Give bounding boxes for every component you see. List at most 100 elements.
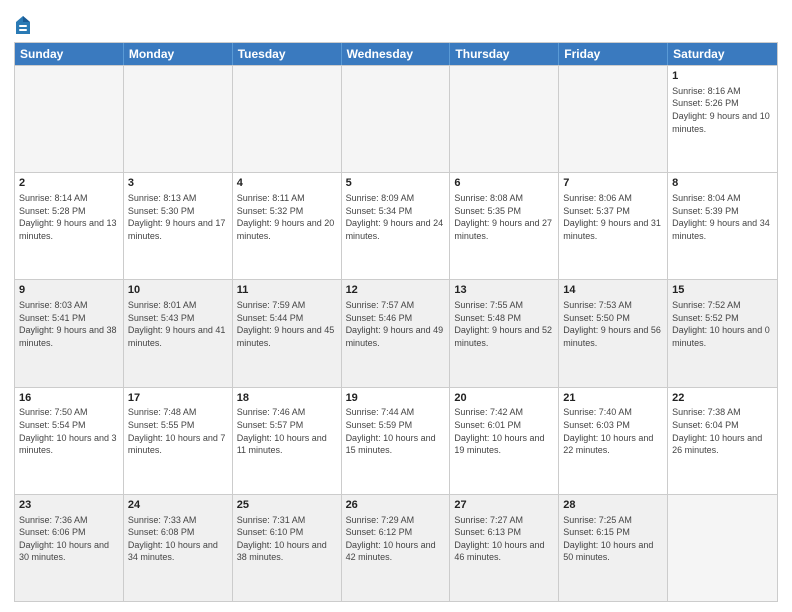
day-info: Sunrise: 7:31 AM Sunset: 6:10 PM Dayligh… bbox=[237, 514, 337, 564]
calendar-header: SundayMondayTuesdayWednesdayThursdayFrid… bbox=[15, 43, 777, 65]
calendar-cell bbox=[342, 66, 451, 172]
cal-header-day: Wednesday bbox=[342, 43, 451, 65]
calendar-cell bbox=[450, 66, 559, 172]
day-info: Sunrise: 8:08 AM Sunset: 5:35 PM Dayligh… bbox=[454, 192, 554, 242]
calendar-cell: 7Sunrise: 8:06 AM Sunset: 5:37 PM Daylig… bbox=[559, 173, 668, 279]
day-info: Sunrise: 7:55 AM Sunset: 5:48 PM Dayligh… bbox=[454, 299, 554, 349]
calendar-cell: 19Sunrise: 7:44 AM Sunset: 5:59 PM Dayli… bbox=[342, 388, 451, 494]
calendar-cell: 15Sunrise: 7:52 AM Sunset: 5:52 PM Dayli… bbox=[668, 280, 777, 386]
calendar-cell: 6Sunrise: 8:08 AM Sunset: 5:35 PM Daylig… bbox=[450, 173, 559, 279]
day-number: 8 bbox=[672, 176, 773, 191]
day-number: 9 bbox=[19, 283, 119, 298]
day-number: 26 bbox=[346, 498, 446, 513]
day-info: Sunrise: 7:33 AM Sunset: 6:08 PM Dayligh… bbox=[128, 514, 228, 564]
day-number: 7 bbox=[563, 176, 663, 191]
day-info: Sunrise: 7:53 AM Sunset: 5:50 PM Dayligh… bbox=[563, 299, 663, 349]
day-info: Sunrise: 8:03 AM Sunset: 5:41 PM Dayligh… bbox=[19, 299, 119, 349]
header bbox=[14, 12, 778, 36]
day-number: 18 bbox=[237, 391, 337, 406]
day-info: Sunrise: 7:38 AM Sunset: 6:04 PM Dayligh… bbox=[672, 406, 773, 456]
day-info: Sunrise: 8:16 AM Sunset: 5:26 PM Dayligh… bbox=[672, 85, 773, 135]
calendar-row: 1Sunrise: 8:16 AM Sunset: 5:26 PM Daylig… bbox=[15, 65, 777, 172]
calendar-cell: 26Sunrise: 7:29 AM Sunset: 6:12 PM Dayli… bbox=[342, 495, 451, 601]
day-number: 6 bbox=[454, 176, 554, 191]
day-info: Sunrise: 8:13 AM Sunset: 5:30 PM Dayligh… bbox=[128, 192, 228, 242]
day-number: 17 bbox=[128, 391, 228, 406]
cal-header-day: Tuesday bbox=[233, 43, 342, 65]
day-info: Sunrise: 7:40 AM Sunset: 6:03 PM Dayligh… bbox=[563, 406, 663, 456]
day-number: 2 bbox=[19, 176, 119, 191]
day-info: Sunrise: 7:52 AM Sunset: 5:52 PM Dayligh… bbox=[672, 299, 773, 349]
day-number: 15 bbox=[672, 283, 773, 298]
day-number: 14 bbox=[563, 283, 663, 298]
day-number: 23 bbox=[19, 498, 119, 513]
cal-header-day: Sunday bbox=[15, 43, 124, 65]
calendar-cell: 14Sunrise: 7:53 AM Sunset: 5:50 PM Dayli… bbox=[559, 280, 668, 386]
day-info: Sunrise: 8:14 AM Sunset: 5:28 PM Dayligh… bbox=[19, 192, 119, 242]
day-number: 4 bbox=[237, 176, 337, 191]
day-info: Sunrise: 7:42 AM Sunset: 6:01 PM Dayligh… bbox=[454, 406, 554, 456]
day-number: 13 bbox=[454, 283, 554, 298]
calendar-cell: 11Sunrise: 7:59 AM Sunset: 5:44 PM Dayli… bbox=[233, 280, 342, 386]
day-info: Sunrise: 7:46 AM Sunset: 5:57 PM Dayligh… bbox=[237, 406, 337, 456]
day-info: Sunrise: 7:57 AM Sunset: 5:46 PM Dayligh… bbox=[346, 299, 446, 349]
day-number: 21 bbox=[563, 391, 663, 406]
day-number: 3 bbox=[128, 176, 228, 191]
day-info: Sunrise: 8:06 AM Sunset: 5:37 PM Dayligh… bbox=[563, 192, 663, 242]
day-info: Sunrise: 8:09 AM Sunset: 5:34 PM Dayligh… bbox=[346, 192, 446, 242]
day-info: Sunrise: 7:50 AM Sunset: 5:54 PM Dayligh… bbox=[19, 406, 119, 456]
day-info: Sunrise: 7:36 AM Sunset: 6:06 PM Dayligh… bbox=[19, 514, 119, 564]
logo-icon bbox=[14, 14, 32, 36]
day-number: 10 bbox=[128, 283, 228, 298]
calendar-cell: 4Sunrise: 8:11 AM Sunset: 5:32 PM Daylig… bbox=[233, 173, 342, 279]
calendar-cell: 28Sunrise: 7:25 AM Sunset: 6:15 PM Dayli… bbox=[559, 495, 668, 601]
calendar: SundayMondayTuesdayWednesdayThursdayFrid… bbox=[14, 42, 778, 602]
calendar-cell: 16Sunrise: 7:50 AM Sunset: 5:54 PM Dayli… bbox=[15, 388, 124, 494]
calendar-cell bbox=[559, 66, 668, 172]
day-number: 28 bbox=[563, 498, 663, 513]
day-number: 22 bbox=[672, 391, 773, 406]
logo bbox=[14, 14, 35, 36]
calendar-cell: 27Sunrise: 7:27 AM Sunset: 6:13 PM Dayli… bbox=[450, 495, 559, 601]
day-number: 20 bbox=[454, 391, 554, 406]
cal-header-day: Thursday bbox=[450, 43, 559, 65]
calendar-cell: 25Sunrise: 7:31 AM Sunset: 6:10 PM Dayli… bbox=[233, 495, 342, 601]
day-info: Sunrise: 7:44 AM Sunset: 5:59 PM Dayligh… bbox=[346, 406, 446, 456]
day-number: 5 bbox=[346, 176, 446, 191]
calendar-cell: 22Sunrise: 7:38 AM Sunset: 6:04 PM Dayli… bbox=[668, 388, 777, 494]
calendar-row: 23Sunrise: 7:36 AM Sunset: 6:06 PM Dayli… bbox=[15, 494, 777, 601]
day-info: Sunrise: 8:01 AM Sunset: 5:43 PM Dayligh… bbox=[128, 299, 228, 349]
calendar-cell: 18Sunrise: 7:46 AM Sunset: 5:57 PM Dayli… bbox=[233, 388, 342, 494]
day-number: 24 bbox=[128, 498, 228, 513]
day-info: Sunrise: 7:25 AM Sunset: 6:15 PM Dayligh… bbox=[563, 514, 663, 564]
calendar-cell: 2Sunrise: 8:14 AM Sunset: 5:28 PM Daylig… bbox=[15, 173, 124, 279]
cal-header-day: Friday bbox=[559, 43, 668, 65]
calendar-row: 16Sunrise: 7:50 AM Sunset: 5:54 PM Dayli… bbox=[15, 387, 777, 494]
calendar-cell: 5Sunrise: 8:09 AM Sunset: 5:34 PM Daylig… bbox=[342, 173, 451, 279]
calendar-cell: 10Sunrise: 8:01 AM Sunset: 5:43 PM Dayli… bbox=[124, 280, 233, 386]
day-number: 27 bbox=[454, 498, 554, 513]
day-info: Sunrise: 7:48 AM Sunset: 5:55 PM Dayligh… bbox=[128, 406, 228, 456]
cal-header-day: Monday bbox=[124, 43, 233, 65]
calendar-cell: 8Sunrise: 8:04 AM Sunset: 5:39 PM Daylig… bbox=[668, 173, 777, 279]
day-info: Sunrise: 7:27 AM Sunset: 6:13 PM Dayligh… bbox=[454, 514, 554, 564]
calendar-cell: 23Sunrise: 7:36 AM Sunset: 6:06 PM Dayli… bbox=[15, 495, 124, 601]
calendar-cell: 3Sunrise: 8:13 AM Sunset: 5:30 PM Daylig… bbox=[124, 173, 233, 279]
day-number: 1 bbox=[672, 69, 773, 84]
day-number: 19 bbox=[346, 391, 446, 406]
calendar-cell: 17Sunrise: 7:48 AM Sunset: 5:55 PM Dayli… bbox=[124, 388, 233, 494]
calendar-row: 2Sunrise: 8:14 AM Sunset: 5:28 PM Daylig… bbox=[15, 172, 777, 279]
day-info: Sunrise: 8:11 AM Sunset: 5:32 PM Dayligh… bbox=[237, 192, 337, 242]
calendar-cell: 20Sunrise: 7:42 AM Sunset: 6:01 PM Dayli… bbox=[450, 388, 559, 494]
calendar-cell bbox=[15, 66, 124, 172]
calendar-cell: 12Sunrise: 7:57 AM Sunset: 5:46 PM Dayli… bbox=[342, 280, 451, 386]
day-number: 11 bbox=[237, 283, 337, 298]
day-info: Sunrise: 8:04 AM Sunset: 5:39 PM Dayligh… bbox=[672, 192, 773, 242]
calendar-row: 9Sunrise: 8:03 AM Sunset: 5:41 PM Daylig… bbox=[15, 279, 777, 386]
calendar-cell bbox=[124, 66, 233, 172]
calendar-cell: 9Sunrise: 8:03 AM Sunset: 5:41 PM Daylig… bbox=[15, 280, 124, 386]
calendar-cell: 13Sunrise: 7:55 AM Sunset: 5:48 PM Dayli… bbox=[450, 280, 559, 386]
day-info: Sunrise: 7:59 AM Sunset: 5:44 PM Dayligh… bbox=[237, 299, 337, 349]
day-info: Sunrise: 7:29 AM Sunset: 6:12 PM Dayligh… bbox=[346, 514, 446, 564]
calendar-cell bbox=[233, 66, 342, 172]
